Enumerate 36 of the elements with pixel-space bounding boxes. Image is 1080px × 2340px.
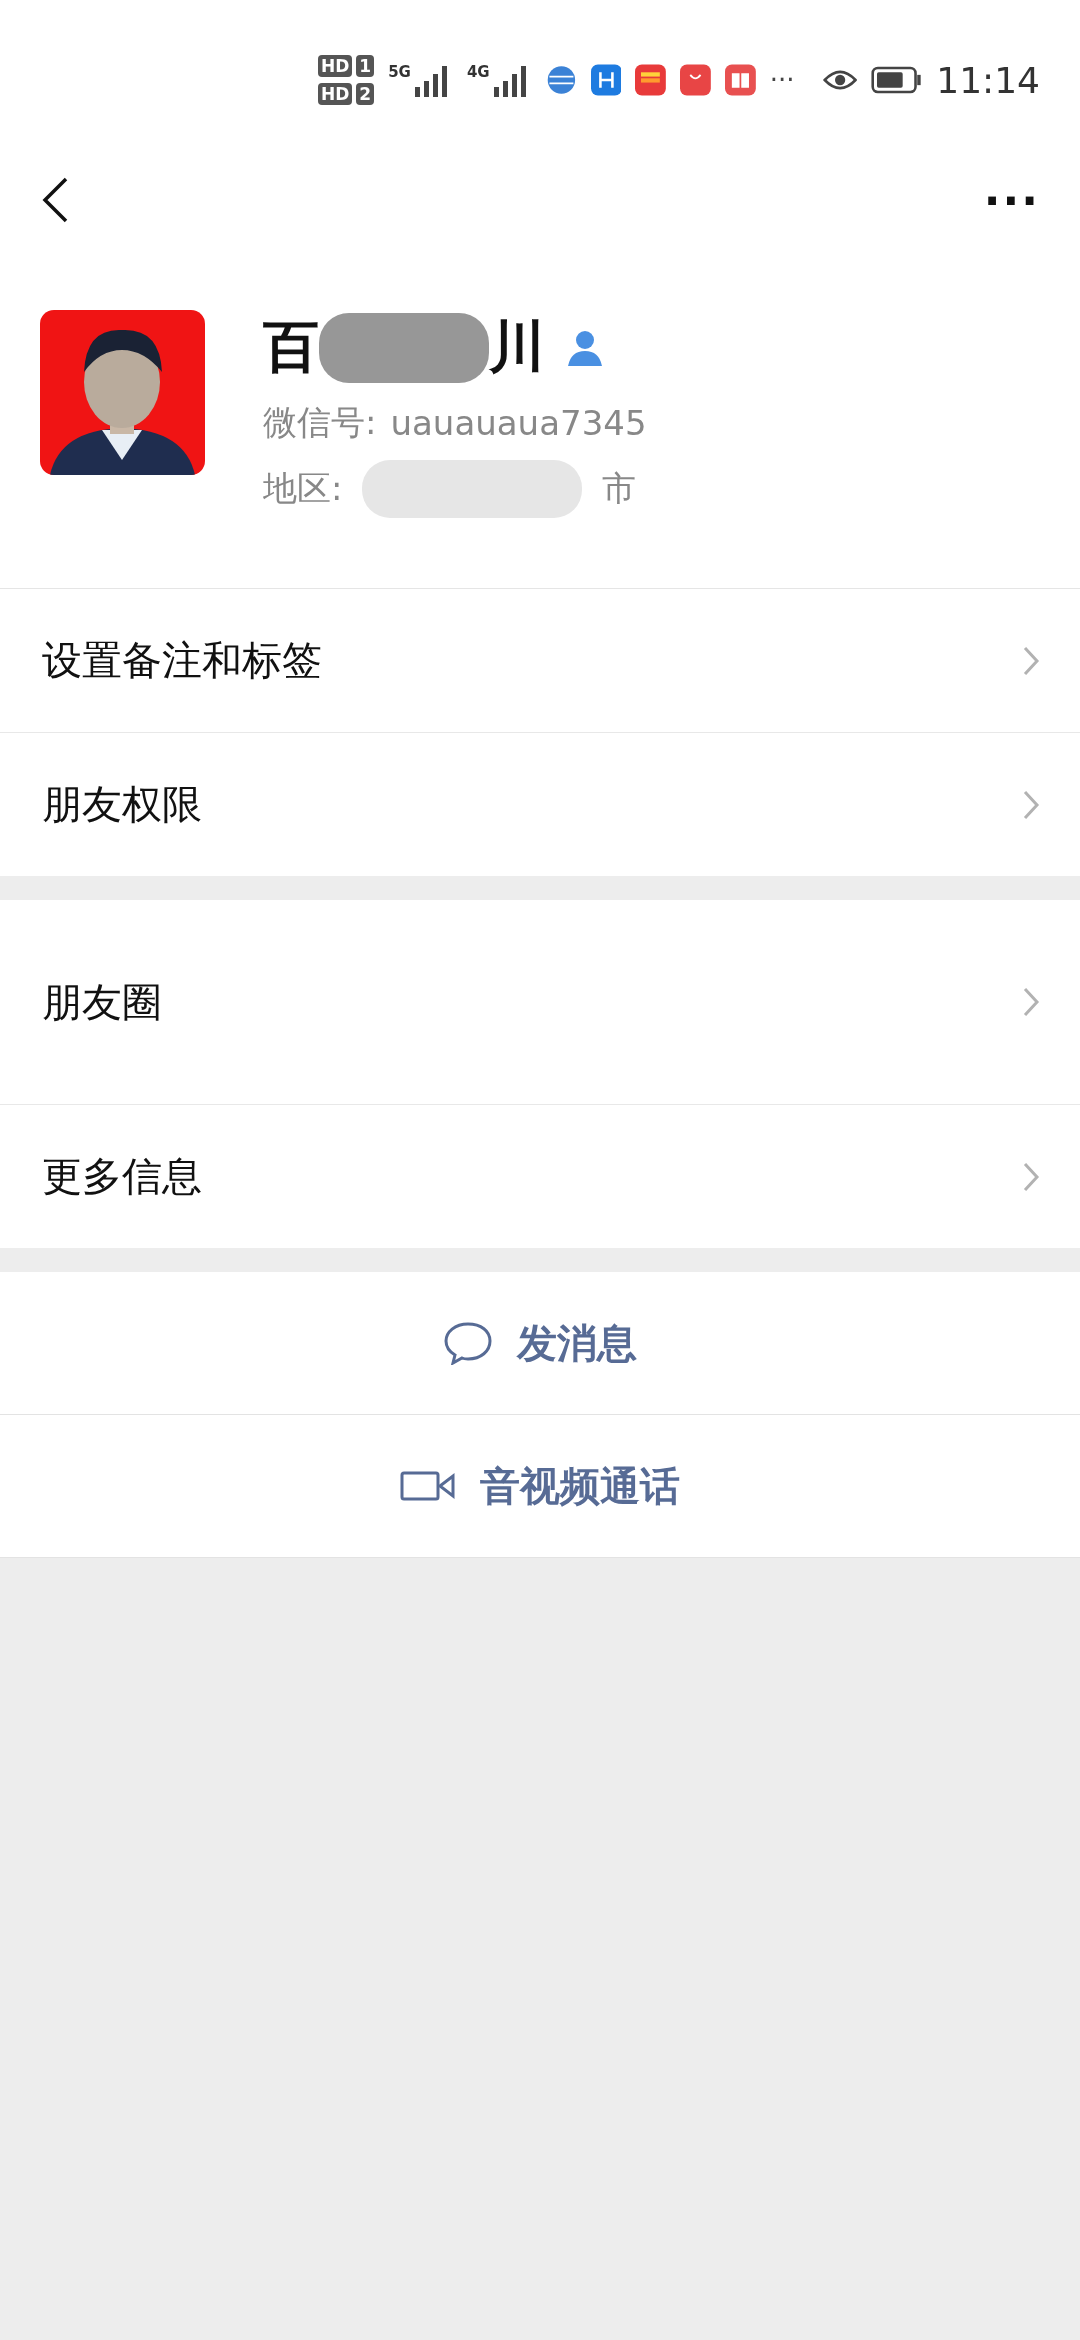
network-type: 4G — [466, 63, 490, 81]
more-button[interactable]: ··· — [983, 174, 1040, 226]
hd-badge: HD — [318, 83, 353, 105]
name-end: 川 — [489, 313, 545, 381]
network-type: 5G — [388, 63, 411, 81]
menu-row[interactable]: 朋友圈 — [0, 900, 1080, 1104]
menu-row[interactable]: 朋友权限 — [0, 732, 1080, 876]
action-button[interactable]: 音视频通话 — [0, 1415, 1080, 1558]
sim-slot-badge: 1 — [356, 55, 375, 77]
action-button[interactable]: 发消息 — [0, 1272, 1080, 1415]
chevron-icon — [1022, 788, 1040, 821]
hd-badge: HD — [318, 55, 353, 77]
menu-row[interactable]: 设置备注和标签 — [0, 589, 1080, 732]
row-label: 更多信息 — [42, 1152, 202, 1201]
book-icon — [725, 62, 756, 98]
name-start: 百 — [263, 313, 319, 381]
wechat-id: uauauaua7345 — [390, 403, 647, 443]
app-icon — [680, 62, 711, 98]
chevron-icon — [1022, 1160, 1040, 1193]
app-icon — [590, 62, 622, 98]
back-icon[interactable] — [40, 176, 70, 224]
app-icon — [635, 62, 667, 98]
battery-icon — [870, 64, 923, 96]
region-label: 地区: — [263, 467, 343, 510]
sim-slot-badge: 2 — [356, 83, 375, 105]
menu-row[interactable]: 更多信息 — [0, 1104, 1080, 1248]
chevron-icon — [1022, 644, 1040, 677]
clock: 11:14 — [936, 59, 1040, 101]
region-end: 市 — [602, 467, 637, 510]
more-notifications: ··· — [769, 65, 795, 95]
row-label: 设置备注和标签 — [42, 636, 322, 685]
chat-bubble-icon — [443, 1321, 493, 1365]
chevron-icon — [1022, 986, 1040, 1018]
row-label: 朋友圈 — [42, 977, 162, 1027]
wechat-id-label: 微信号: — [263, 401, 377, 444]
row-label: 朋友权限 — [42, 780, 202, 829]
